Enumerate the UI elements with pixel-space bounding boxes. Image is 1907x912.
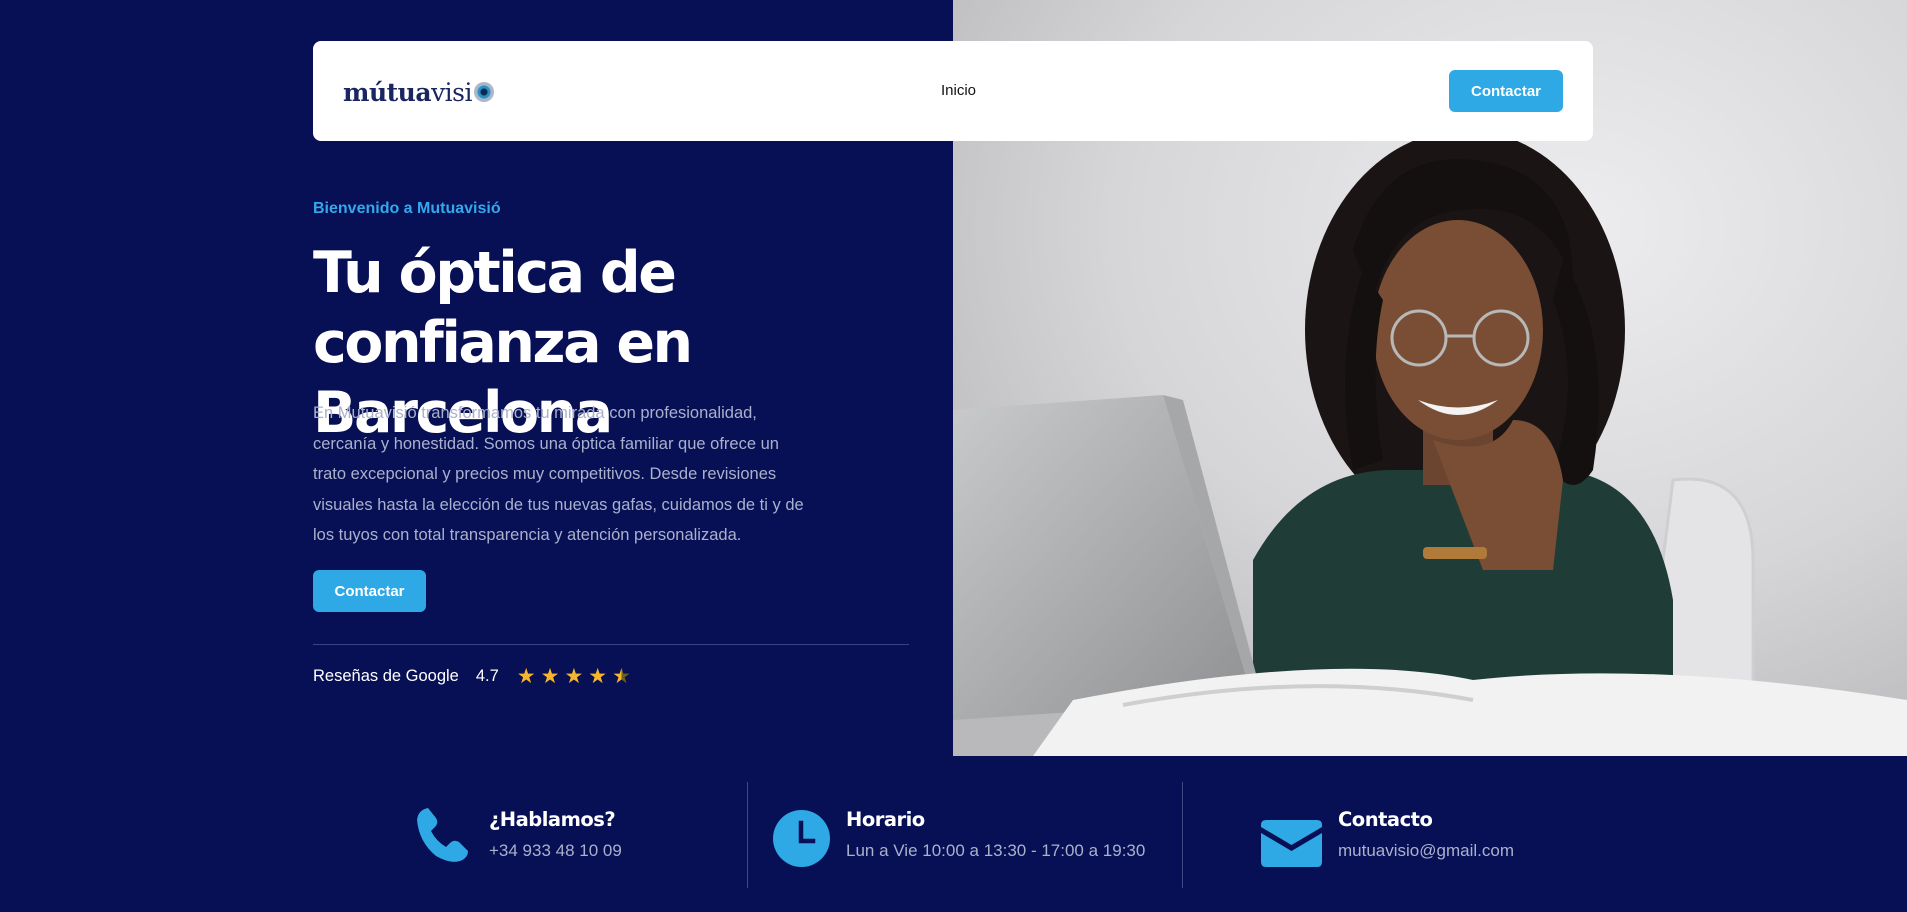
star-icon: ★ — [516, 665, 536, 688]
phone-icon — [417, 808, 468, 862]
star-icon: ★ — [564, 665, 584, 688]
brand-logo-text: mútuavisi — [343, 77, 473, 107]
hero-contact-button[interactable]: Contactar — [313, 570, 426, 612]
star-icon: ★ — [588, 665, 608, 688]
info-separator — [1182, 782, 1183, 888]
contact-email[interactable]: mutuavisio@gmail.com — [1338, 841, 1514, 861]
phone-number[interactable]: +34 933 48 10 09 — [489, 841, 622, 861]
google-reviews: Reseñas de Google 4.7 ★ ★ ★ ★ ★ — [313, 666, 631, 687]
top-navbar: mútuavisi Inicio Contactar — [313, 41, 1593, 141]
rating-value: 4.7 — [475, 667, 499, 685]
info-item-phone[interactable]: ¿Hablamos? +34 933 48 10 09 — [489, 808, 622, 861]
hero-eyebrow: Bienvenido a Mutuavisió — [313, 200, 501, 217]
star-icon: ★ — [540, 665, 560, 688]
clock-icon — [773, 810, 830, 867]
hero-description: En Mutuavisió transformamos tu mirada co… — [313, 404, 804, 544]
info-title: Horario — [846, 808, 925, 831]
nav-contact-button[interactable]: Contactar — [1449, 70, 1563, 112]
nav-link-inicio[interactable]: Inicio — [941, 82, 976, 99]
info-item-hours: Horario Lun a Vie 10:00 a 13:30 - 17:00 … — [846, 808, 1145, 861]
rating-stars: ★ ★ ★ ★ ★ — [517, 666, 631, 687]
eye-logo-icon — [474, 82, 495, 102]
brand-logo[interactable]: mútuavisi — [343, 77, 495, 107]
info-item-contact[interactable]: Contacto mutuavisio@gmail.com — [1338, 808, 1514, 861]
info-title: Contacto — [1338, 808, 1433, 831]
hero-divider — [313, 644, 909, 645]
info-title: ¿Hablamos? — [489, 808, 616, 831]
half-star-icon: ★ — [612, 665, 631, 688]
opening-hours: Lun a Vie 10:00 a 13:30 - 17:00 a 19:30 — [846, 841, 1146, 860]
envelope-icon — [1261, 820, 1322, 867]
info-separator — [747, 782, 748, 888]
reviews-label: Reseñas de Google — [313, 667, 459, 685]
